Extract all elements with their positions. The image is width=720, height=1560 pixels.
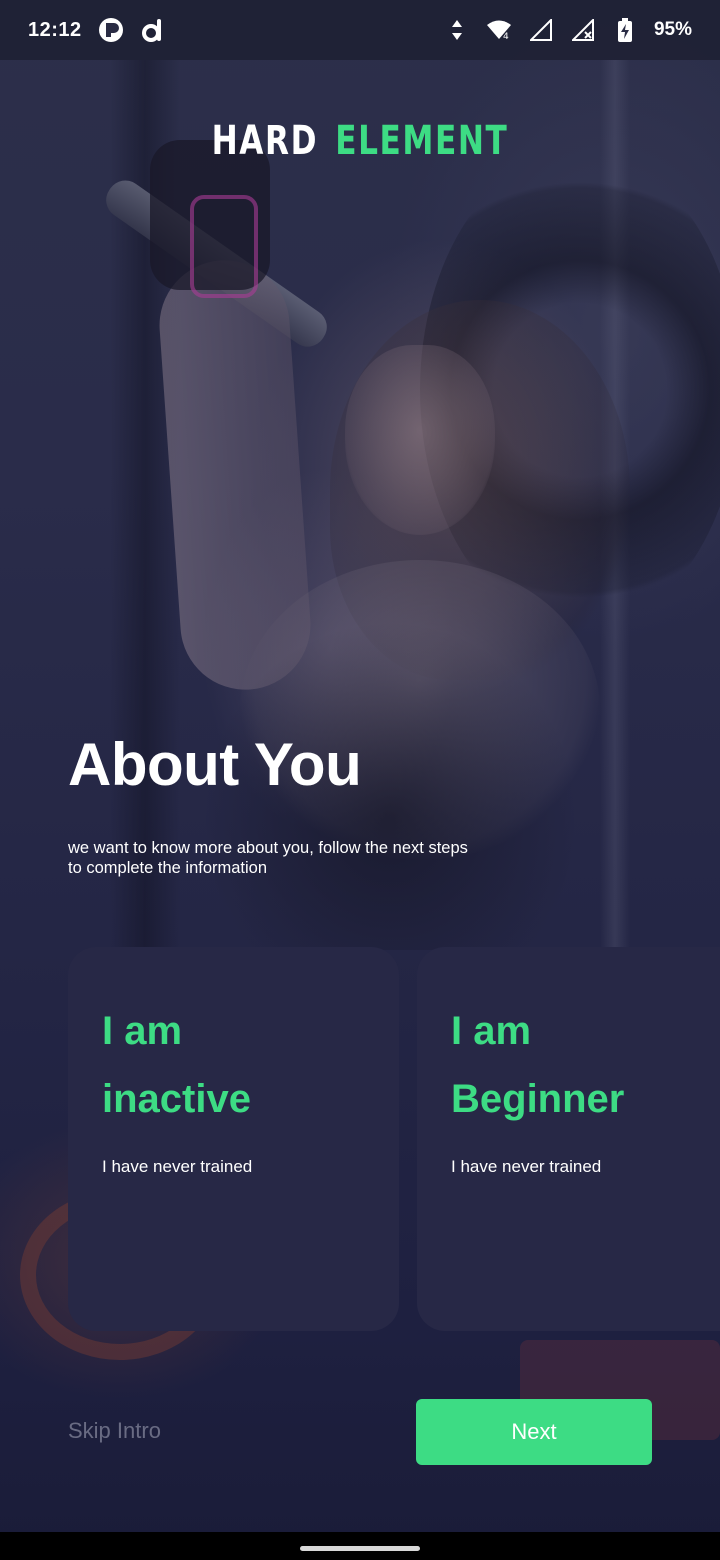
level-card-beginner[interactable]: I am Beginner I have never trained [417,947,720,1331]
brand-word-hard: HARD [211,118,319,164]
brand-word-element: ELEMENT [335,118,509,164]
data-arrows-icon [444,17,470,43]
notification-app-d-icon [140,17,166,43]
page-subtitle: we want to know more about you, follow t… [68,839,468,877]
next-button[interactable]: Next [416,1399,652,1465]
notification-app-r-icon [98,17,124,43]
signal-no-service-icon [570,17,596,43]
level-card-inactive[interactable]: I am inactive I have never trained [68,947,399,1331]
svg-text:4: 4 [503,32,509,41]
status-time: 12:12 [28,18,82,41]
card-description: I have never trained [451,1157,602,1176]
wifi-icon: 4 [486,17,512,43]
card-description: I have never trained [102,1157,253,1176]
skip-intro-button[interactable]: Skip Intro [68,1418,161,1444]
brand-logo: HARD ELEMENT [79,118,641,164]
card-heading-line1: I am [102,1009,183,1053]
page-title: About You [68,731,362,798]
home-gesture-handle[interactable] [300,1546,420,1551]
battery-charging-icon [612,17,638,43]
battery-percent: 95% [653,19,692,40]
intro-screen: 12:12 4 95% HARD ELEMENT About You we wa… [0,0,720,1560]
status-bar: 12:12 4 95% [0,0,720,60]
card-heading-line1: I am [451,1009,532,1053]
card-heading-line2: inactive [102,1077,251,1121]
card-heading-line2: Beginner [451,1077,625,1121]
signal-icon [528,17,554,43]
level-cards-carousel[interactable]: I am inactive I have never trained I am … [68,947,720,1331]
